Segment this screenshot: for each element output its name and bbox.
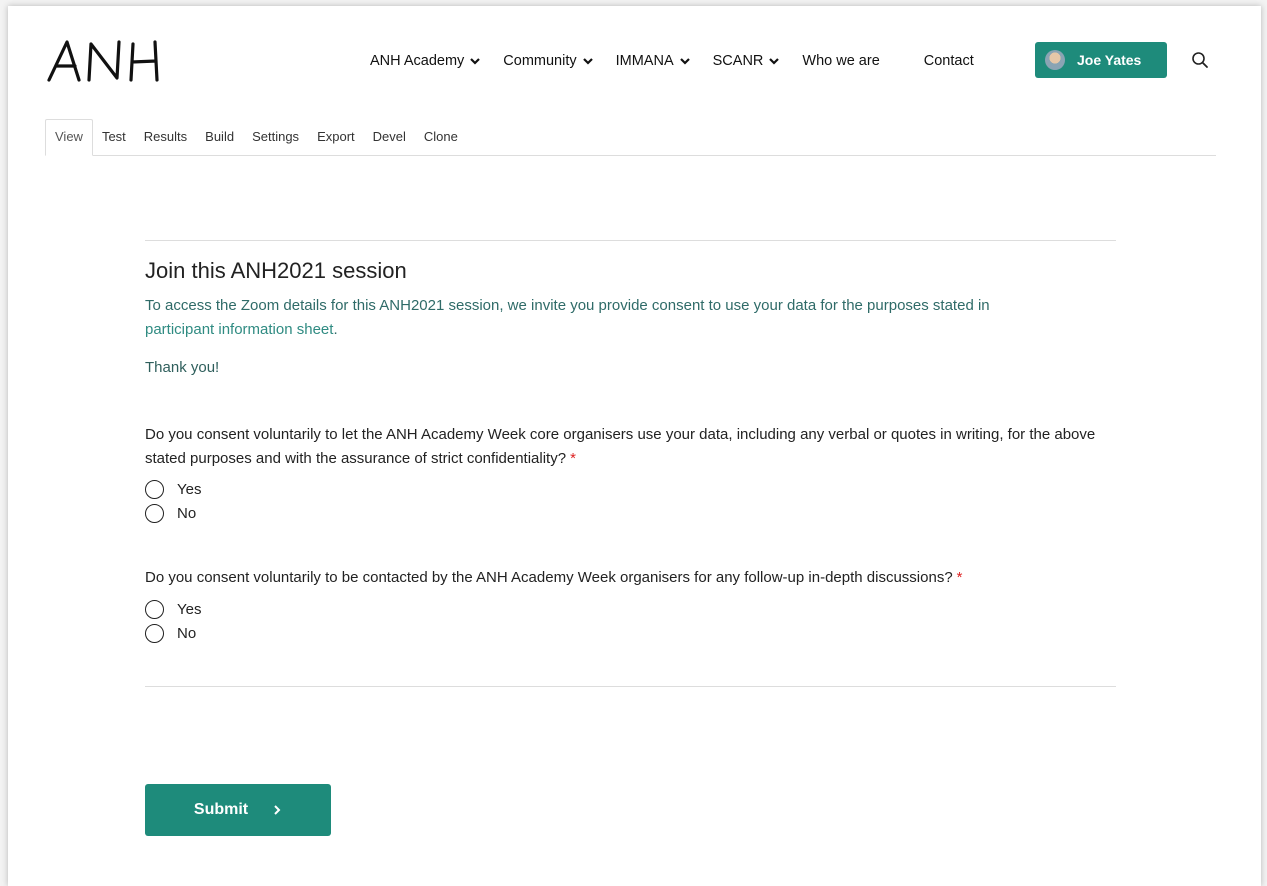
- nav-item-immana[interactable]: IMMANA: [616, 53, 691, 69]
- chevron-right-icon: [274, 805, 281, 815]
- option-label: Yes: [177, 601, 202, 618]
- nav-item-anh-academy[interactable]: ANH Academy: [370, 53, 481, 69]
- submit-button[interactable]: Submit: [145, 784, 331, 836]
- user-account-button[interactable]: Joe Yates: [1035, 42, 1167, 78]
- tab-clone[interactable]: Clone: [415, 129, 467, 155]
- nav-item-label: Who we are: [802, 53, 880, 69]
- tab-test[interactable]: Test: [93, 129, 135, 155]
- page-title: Join this ANH2021 session: [145, 258, 407, 283]
- intro-end: .: [333, 321, 338, 338]
- tab-devel[interactable]: Devel: [364, 129, 415, 155]
- nav-item-label: Community: [503, 53, 577, 69]
- required-marker: *: [570, 450, 576, 467]
- submit-label: Submit: [193, 801, 249, 818]
- search-icon[interactable]: [1190, 50, 1210, 70]
- nav-item-contact[interactable]: Contact: [924, 53, 974, 69]
- radio-button[interactable]: [145, 624, 164, 643]
- intro-body: To access the Zoom details for this ANH2…: [145, 297, 990, 314]
- thanks-text: Thank you!: [145, 359, 220, 376]
- q1-option-yes[interactable]: Yes: [145, 480, 201, 499]
- tab-view[interactable]: View: [45, 119, 93, 156]
- chevron-down-icon: [582, 58, 593, 65]
- q2-option-yes[interactable]: Yes: [145, 600, 201, 619]
- nav-item-label: IMMANA: [615, 53, 674, 69]
- nav-item-scanr[interactable]: SCANR: [713, 53, 781, 69]
- avatar: [1045, 50, 1065, 70]
- nav-item-who-we-are[interactable]: Who we are: [802, 53, 879, 69]
- divider: [145, 240, 1116, 241]
- q1-option-no[interactable]: No: [145, 504, 196, 523]
- chevron-down-icon: [769, 58, 780, 65]
- anh-logo[interactable]: [45, 36, 165, 86]
- main-nav: ANH Academy Community IMMANA SCANR Who w…: [370, 48, 996, 74]
- question-2: Do you consent voluntarily to be contact…: [145, 566, 1105, 590]
- intro-text: To access the Zoom details for this ANH2…: [145, 294, 1116, 342]
- tab-build[interactable]: Build: [196, 129, 243, 155]
- tab-results[interactable]: Results: [135, 129, 196, 155]
- user-name: Joe Yates: [1077, 52, 1142, 68]
- radio-button[interactable]: [145, 480, 164, 499]
- admin-tabs: View Test Results Build Settings Export …: [45, 119, 1216, 156]
- tab-settings[interactable]: Settings: [243, 129, 308, 155]
- participant-info-link[interactable]: participant information sheet: [145, 321, 333, 338]
- divider: [145, 686, 1116, 687]
- option-label: No: [177, 505, 197, 522]
- chevron-down-icon: [679, 58, 690, 65]
- nav-item-label: Contact: [923, 53, 974, 69]
- page-frame: ANH Academy Community IMMANA SCANR Who w…: [8, 6, 1261, 886]
- nav-item-label: ANH Academy: [370, 53, 465, 69]
- nav-item-community[interactable]: Community: [503, 53, 593, 69]
- question-text: Do you consent voluntarily to let the AN…: [145, 426, 1096, 467]
- option-label: Yes: [177, 481, 202, 498]
- required-marker: *: [956, 569, 963, 586]
- chevron-down-icon: [470, 58, 481, 65]
- radio-button[interactable]: [145, 504, 164, 523]
- tab-export[interactable]: Export: [308, 129, 364, 155]
- radio-button[interactable]: [145, 600, 164, 619]
- q2-option-no[interactable]: No: [145, 624, 196, 643]
- nav-item-label: SCANR: [712, 53, 764, 69]
- option-label: No: [177, 625, 197, 642]
- question-1: Do you consent voluntarily to let the AN…: [145, 423, 1105, 471]
- question-text: Do you consent voluntarily to be contact…: [145, 569, 953, 586]
